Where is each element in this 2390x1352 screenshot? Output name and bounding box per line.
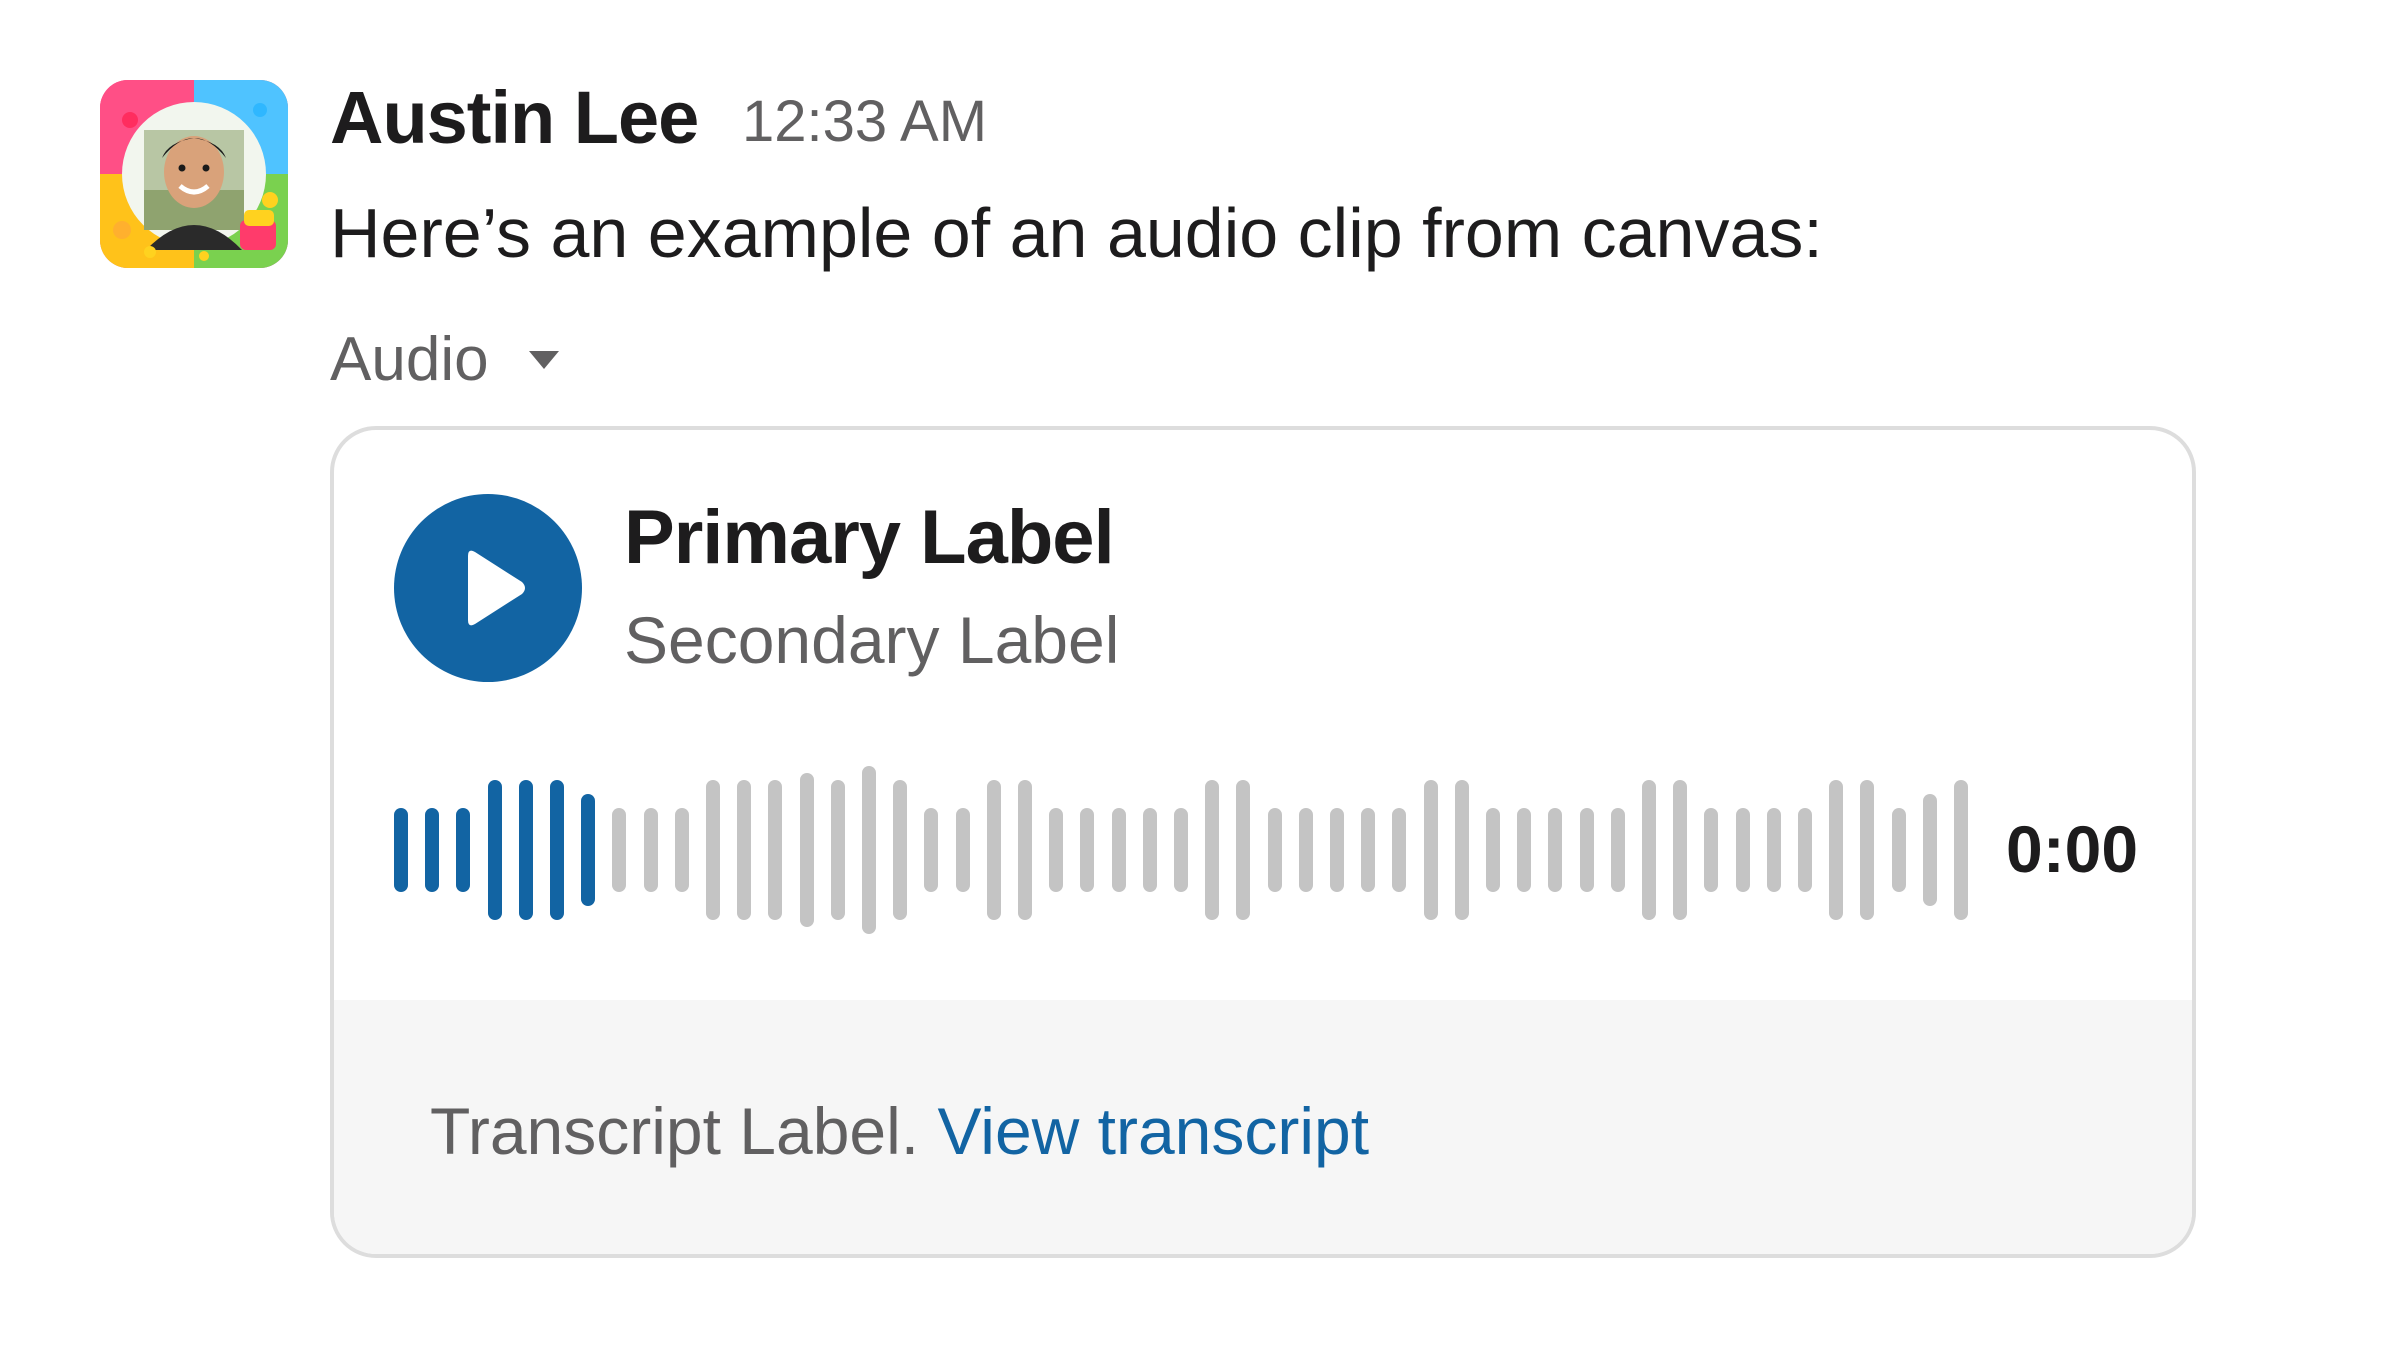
waveform-bar <box>1424 780 1438 920</box>
waveform-bar <box>1954 780 1968 920</box>
waveform-bar <box>644 808 658 892</box>
waveform-bar <box>862 766 876 934</box>
audio-player-card: Primary Label Secondary Label 0:00 Trans… <box>330 426 2196 1258</box>
waveform-bar <box>1923 794 1937 906</box>
waveform-bar <box>1330 808 1344 892</box>
waveform-bar <box>1080 808 1094 892</box>
waveform-bar <box>425 808 439 892</box>
waveform-bar <box>706 780 720 920</box>
profile-photo-icon <box>100 80 288 268</box>
attachment-toggle[interactable]: Audio <box>330 318 561 402</box>
transcript-text: Transcript Label. View transcript <box>430 1086 1369 1176</box>
waveform-bar <box>1580 808 1594 892</box>
waveform-bar <box>1236 780 1250 920</box>
audio-primary-label: Primary Label <box>624 495 1115 580</box>
view-transcript-link[interactable]: View transcript <box>937 1094 1369 1168</box>
waveform-bar <box>1205 780 1219 920</box>
play-button[interactable] <box>394 494 582 682</box>
audio-waveform[interactable] <box>394 750 1974 950</box>
waveform-bar <box>1860 780 1874 920</box>
waveform-bar <box>1361 808 1375 892</box>
transcript-bar: Transcript Label. View transcript <box>334 1000 2192 1254</box>
waveform-bar <box>1673 780 1687 920</box>
waveform-bar <box>1704 808 1718 892</box>
message-text: Here’s an example of an audio clip from … <box>330 194 1823 272</box>
message-timestamp[interactable]: 12:33 AM <box>742 86 987 158</box>
sender-name[interactable]: Austin Lee <box>330 72 699 164</box>
audio-duration: 0:00 <box>2006 812 2139 886</box>
waveform-bar <box>893 780 907 920</box>
waveform-bar <box>1517 808 1531 892</box>
waveform-bar <box>612 808 626 892</box>
waveform-bar <box>831 780 845 920</box>
waveform-bar <box>1767 808 1781 892</box>
waveform-bar <box>1548 808 1562 892</box>
waveform-bar <box>1049 808 1063 892</box>
waveform-bar <box>581 794 595 906</box>
waveform-bar <box>1392 808 1406 892</box>
waveform-bar <box>1736 808 1750 892</box>
waveform-bar <box>1486 808 1500 892</box>
waveform-bar <box>1299 808 1313 892</box>
waveform-bar <box>1829 780 1843 920</box>
waveform-bar <box>1112 808 1126 892</box>
waveform-bar <box>1642 780 1656 920</box>
waveform-bar <box>1018 780 1032 920</box>
caret-down-icon <box>528 351 559 369</box>
audio-secondary-label: Secondary Label <box>624 603 1120 677</box>
waveform-bar <box>768 780 782 920</box>
play-icon <box>468 550 525 626</box>
waveform-bar <box>1892 808 1906 892</box>
waveform-bar <box>956 808 970 892</box>
waveform-bar <box>1143 808 1157 892</box>
waveform-bar <box>800 773 814 927</box>
waveform-bar <box>394 808 408 892</box>
waveform-bar <box>519 780 533 920</box>
waveform-bar <box>924 808 938 892</box>
attachment-label: Audio <box>330 325 489 394</box>
waveform-bar <box>1174 808 1188 892</box>
waveform-bar <box>1455 780 1469 920</box>
transcript-label: Transcript Label. <box>430 1094 938 1168</box>
waveform-bar <box>1611 808 1625 892</box>
waveform-bar <box>1798 808 1812 892</box>
waveform-bar <box>737 780 751 920</box>
waveform-bar <box>1268 808 1282 892</box>
waveform-bar <box>987 780 1001 920</box>
avatar[interactable] <box>100 80 288 268</box>
waveform-bar <box>550 780 564 920</box>
waveform-bar <box>488 780 502 920</box>
waveform-bar <box>675 808 689 892</box>
waveform-bar <box>456 808 470 892</box>
